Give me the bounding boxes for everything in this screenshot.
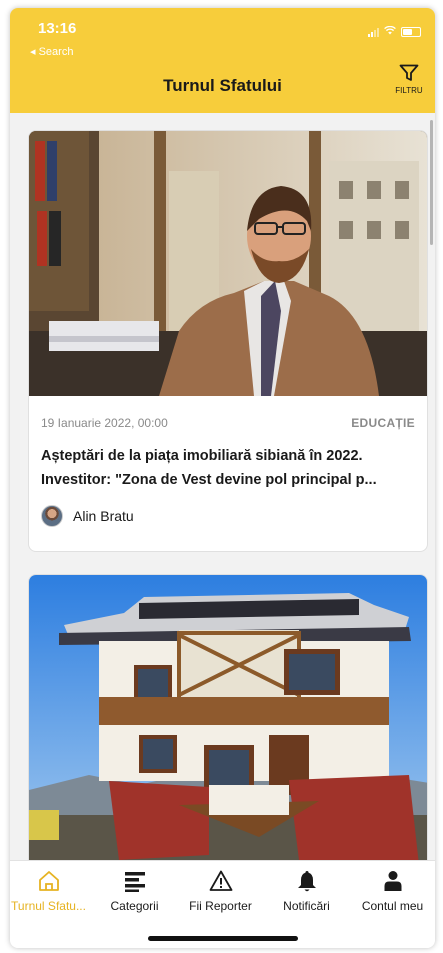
article-date: 19 Ianuarie 2022, 00:00 <box>41 416 168 430</box>
filter-label: FILTRU <box>395 86 423 95</box>
back-to-search-link[interactable]: ◂ Search <box>30 45 73 58</box>
article-author[interactable]: Alin Bratu <box>41 505 134 527</box>
wifi-icon <box>384 25 396 38</box>
page-title: Turnul Sfatului <box>163 76 282 95</box>
tab-notifications[interactable]: Notificări <box>264 869 349 913</box>
tab-bar: Turnul Sfatu... Categorii Fii Reporter N… <box>10 860 435 948</box>
home-indicator[interactable] <box>148 936 298 941</box>
article-category[interactable]: EDUCAȚIE <box>351 416 415 430</box>
article-image <box>29 575 427 873</box>
home-icon <box>10 869 91 895</box>
tab-label: Turnul Sfatu... <box>11 899 86 913</box>
status-icons <box>368 25 421 38</box>
list-icon <box>92 869 177 895</box>
article-image <box>29 131 427 396</box>
status-time: 13:16 <box>38 20 77 37</box>
tab-home[interactable]: Turnul Sfatu... <box>10 869 91 913</box>
article-meta: 19 Ianuarie 2022, 00:00 EDUCAȚIE <box>41 416 415 430</box>
battery-icon <box>401 27 421 37</box>
article-title[interactable]: Așteptări de la piața imobiliară sibiană… <box>41 444 415 492</box>
article-title-line: Investitor: "Zona de Vest devine pol pri… <box>41 472 377 488</box>
bell-icon <box>264 869 349 895</box>
scrollbar[interactable] <box>430 120 433 245</box>
tab-label: Contul meu <box>361 899 424 913</box>
article-title-line: Așteptări de la piața imobiliară sibiană… <box>41 448 363 464</box>
article-card[interactable]: 19 Ianuarie 2022, 00:00 EDUCAȚIE Așteptă… <box>28 130 428 552</box>
author-name: Alin Bratu <box>73 508 134 524</box>
tab-label: Fii Reporter <box>189 899 252 913</box>
signal-icon <box>368 27 379 37</box>
tab-label: Notificări <box>283 899 330 913</box>
tab-reporter[interactable]: Fii Reporter <box>178 869 263 913</box>
tab-account[interactable]: Contul meu <box>350 869 435 913</box>
warning-icon <box>178 869 263 895</box>
filter-icon <box>389 64 429 82</box>
tab-categories[interactable]: Categorii <box>92 869 177 913</box>
tab-label: Categorii <box>110 899 159 913</box>
filter-button[interactable]: FILTRU <box>389 64 429 108</box>
article-card[interactable] <box>28 574 428 874</box>
user-icon <box>350 869 435 895</box>
avatar <box>41 505 63 527</box>
header-bar: 13:16 ◂ Search Turnul Sfatului FILTRU <box>10 8 435 113</box>
app-screen: 13:16 ◂ Search Turnul Sfatului FILTRU 19… <box>10 8 435 948</box>
